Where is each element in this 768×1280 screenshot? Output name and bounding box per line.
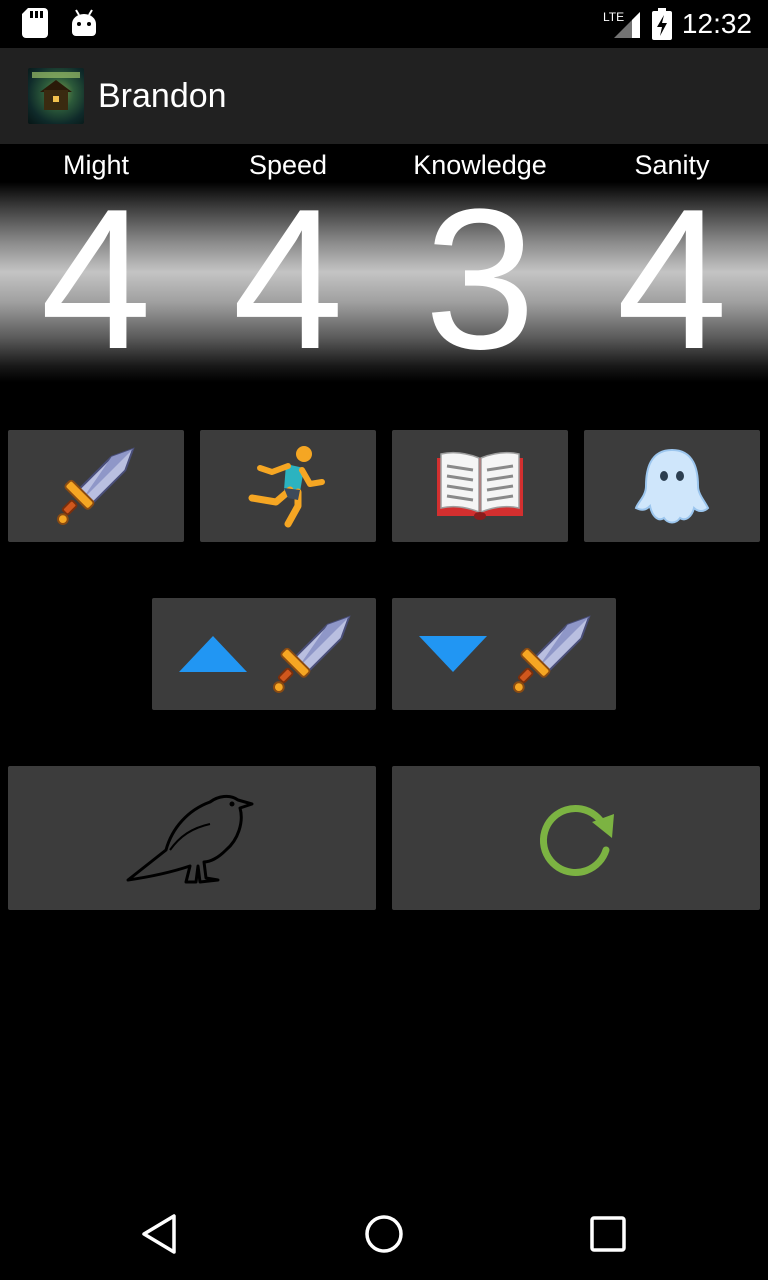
app-logo[interactable] <box>28 68 84 124</box>
sword-icon <box>273 615 351 693</box>
home-icon[interactable] <box>360 1210 408 1258</box>
ghost-icon <box>634 448 710 524</box>
notification-icons <box>22 8 98 38</box>
back-icon[interactable] <box>138 1210 186 1258</box>
page-title: Brandon <box>98 77 227 115</box>
android-debug-icon <box>72 9 96 36</box>
haunt-button[interactable] <box>8 766 376 910</box>
clock: 12:32 <box>681 8 752 39</box>
stat-value-might: 4 <box>40 168 152 391</box>
navigation-bar <box>0 1184 768 1280</box>
sword-icon <box>513 615 591 693</box>
recents-icon[interactable] <box>584 1210 632 1258</box>
action-bar: Brandon <box>0 48 768 144</box>
decrease-might-button[interactable] <box>392 598 616 710</box>
triangle-up-icon <box>179 636 247 672</box>
stat-value-knowledge: 3 <box>424 168 536 391</box>
stat-value-speed: 4 <box>232 168 344 391</box>
battery-charging-icon <box>651 8 672 40</box>
reset-button[interactable] <box>392 766 760 910</box>
runner-icon <box>248 446 325 528</box>
triangle-down-icon <box>419 636 487 672</box>
stat-values: 4 4 3 4 <box>0 168 768 391</box>
speed-button[interactable] <box>200 430 376 542</box>
raven-icon <box>126 794 254 884</box>
sd-card-icon <box>22 8 48 38</box>
lte-signal-icon: LTE <box>603 10 640 38</box>
status-bar: LTE 12:32 <box>0 0 768 48</box>
network-type: LTE <box>603 10 624 24</box>
sword-icon <box>57 447 135 525</box>
book-icon <box>437 451 523 520</box>
knowledge-button[interactable] <box>392 430 568 542</box>
might-button[interactable] <box>8 430 184 542</box>
refresh-icon <box>540 805 614 876</box>
sanity-button[interactable] <box>584 430 760 542</box>
stat-value-sanity: 4 <box>616 168 728 391</box>
system-icons: LTE 12:32 <box>602 6 752 42</box>
increase-might-button[interactable] <box>152 598 376 710</box>
